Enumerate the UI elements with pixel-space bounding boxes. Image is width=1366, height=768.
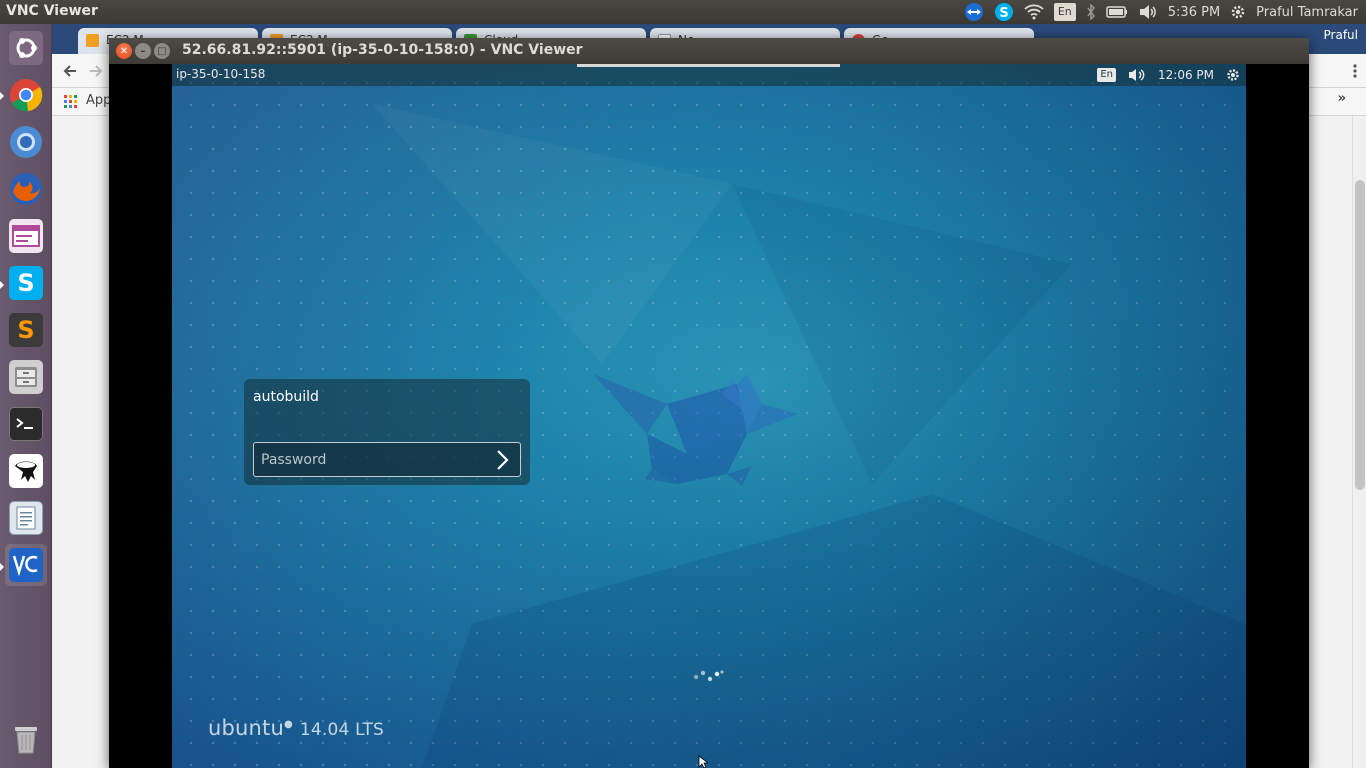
vnc-viewer-launcher-button[interactable] xyxy=(5,544,47,586)
mouse-pointer-icon xyxy=(698,755,708,768)
forward-arrow-icon[interactable] xyxy=(88,63,104,79)
trash-icon xyxy=(9,722,43,756)
remote-top-panel: ip-35-0-10-158 En 12:06 PM xyxy=(172,64,1246,86)
remote-clock[interactable]: 12:06 PM xyxy=(1158,68,1214,82)
window-minimize-button[interactable]: – xyxy=(135,43,151,59)
remote-panel-highlight xyxy=(577,64,840,67)
login-dialog: autobuild xyxy=(244,379,530,485)
keyboard-layout-indicator[interactable]: En xyxy=(1053,0,1076,24)
login-submit-arrow-icon[interactable] xyxy=(492,448,514,472)
unity-launcher: S S xyxy=(0,24,52,768)
aws-favicon-icon xyxy=(86,34,99,47)
browser-profile-name[interactable]: Praful xyxy=(1324,28,1358,42)
remote-gear-icon[interactable] xyxy=(1226,68,1240,82)
keyboard-layout-label: En xyxy=(1053,3,1076,21)
chromium-launcher-button[interactable] xyxy=(5,121,47,163)
remote-hostname: ip-35-0-10-158 xyxy=(176,67,266,81)
browser-scrollbar[interactable] xyxy=(1352,116,1366,768)
scrollbar-thumb[interactable] xyxy=(1355,180,1365,490)
loading-spinner-icon xyxy=(693,670,724,682)
login-username[interactable]: autobuild xyxy=(253,389,319,405)
wifi-icon[interactable] xyxy=(1024,0,1044,24)
svg-text:S: S xyxy=(999,6,1008,21)
chromium-icon xyxy=(9,125,43,159)
ubuntu-brand-logo: ubuntu● 14.04 LTS xyxy=(208,716,384,740)
bluetooth-icon[interactable] xyxy=(1086,0,1096,24)
bookmarks-overflow[interactable]: » xyxy=(1338,91,1346,106)
vnc-viewer-window: ✕ – □ 52.66.81.92::5901 (ip-35-0-10-158:… xyxy=(109,38,1309,768)
password-input[interactable] xyxy=(254,443,490,476)
remote-desktop-screen[interactable]: ip-35-0-10-158 En 12:06 PM autobuild ubu… xyxy=(172,64,1246,768)
running-indicator xyxy=(0,92,4,100)
session-gear-icon[interactable] xyxy=(1230,0,1246,24)
volume-icon[interactable] xyxy=(1138,0,1158,24)
chrome-icon xyxy=(9,78,43,112)
vnc-viewer-icon xyxy=(9,548,43,582)
files-launcher-button[interactable] xyxy=(5,356,47,398)
back-arrow-icon[interactable] xyxy=(62,63,78,79)
brand-version: 14.04 LTS xyxy=(299,720,385,740)
running-indicator xyxy=(0,563,4,571)
browser-menu-icon[interactable] xyxy=(1352,63,1358,79)
xfce-mouse-logo-icon xyxy=(593,374,797,486)
window-maximize-button[interactable]: □ xyxy=(154,43,170,59)
app-window-launcher-button[interactable] xyxy=(5,215,47,257)
clock[interactable]: 5:36 PM xyxy=(1168,0,1220,24)
active-app-title: VNC Viewer xyxy=(6,3,98,19)
teamviewer-icon[interactable] xyxy=(964,0,984,24)
circle-of-friends-icon: ● xyxy=(284,719,293,730)
text-document-icon xyxy=(9,501,43,535)
sublime-text-icon: S xyxy=(9,313,43,347)
file-cabinet-icon xyxy=(9,360,43,394)
chrome-launcher-button[interactable] xyxy=(5,74,47,116)
password-field-container xyxy=(253,442,521,477)
skype-tray-icon[interactable]: S xyxy=(994,0,1014,24)
firefox-icon xyxy=(9,172,43,206)
apps-bookmark-label[interactable]: App xyxy=(86,93,111,108)
trash-launcher-button[interactable] xyxy=(5,718,47,760)
skype-launcher-button[interactable]: S xyxy=(5,262,47,304)
window-close-button[interactable]: ✕ xyxy=(116,43,132,59)
vnc-window-titlebar[interactable]: ✕ – □ 52.66.81.92::5901 (ip-35-0-10-158:… xyxy=(109,38,1309,64)
text-editor-launcher-button[interactable] xyxy=(5,497,47,539)
skype-icon: S xyxy=(9,266,43,300)
brand-name: ubuntu xyxy=(208,716,285,740)
sublime-text-launcher-button[interactable]: S xyxy=(5,309,47,351)
system-indicators: S En 5:36 PM Praful Tamrakar xyxy=(964,0,1358,24)
battery-icon[interactable] xyxy=(1106,0,1128,24)
app-window-icon xyxy=(9,219,43,253)
inkscape-launcher-button[interactable] xyxy=(5,450,47,492)
user-name[interactable]: Praful Tamrakar xyxy=(1256,0,1358,24)
remote-keyboard-layout[interactable]: En xyxy=(1097,68,1116,82)
dash-home-button[interactable] xyxy=(5,27,47,69)
firefox-launcher-button[interactable] xyxy=(5,168,47,210)
host-top-panel: VNC Viewer S En 5:36 PM Praful Tamrakar xyxy=(0,0,1366,24)
apps-grid-icon[interactable] xyxy=(64,95,77,108)
vnc-window-title: 52.66.81.92::5901 (ip-35-0-10-158:0) - V… xyxy=(182,42,583,58)
terminal-icon xyxy=(9,407,43,441)
running-indicator xyxy=(0,281,4,289)
inkscape-icon xyxy=(9,454,43,488)
terminal-launcher-button[interactable] xyxy=(5,403,47,445)
remote-volume-icon[interactable] xyxy=(1128,68,1146,82)
ubuntu-logo-icon xyxy=(9,31,43,65)
remote-indicators: En 12:06 PM xyxy=(1097,64,1240,86)
